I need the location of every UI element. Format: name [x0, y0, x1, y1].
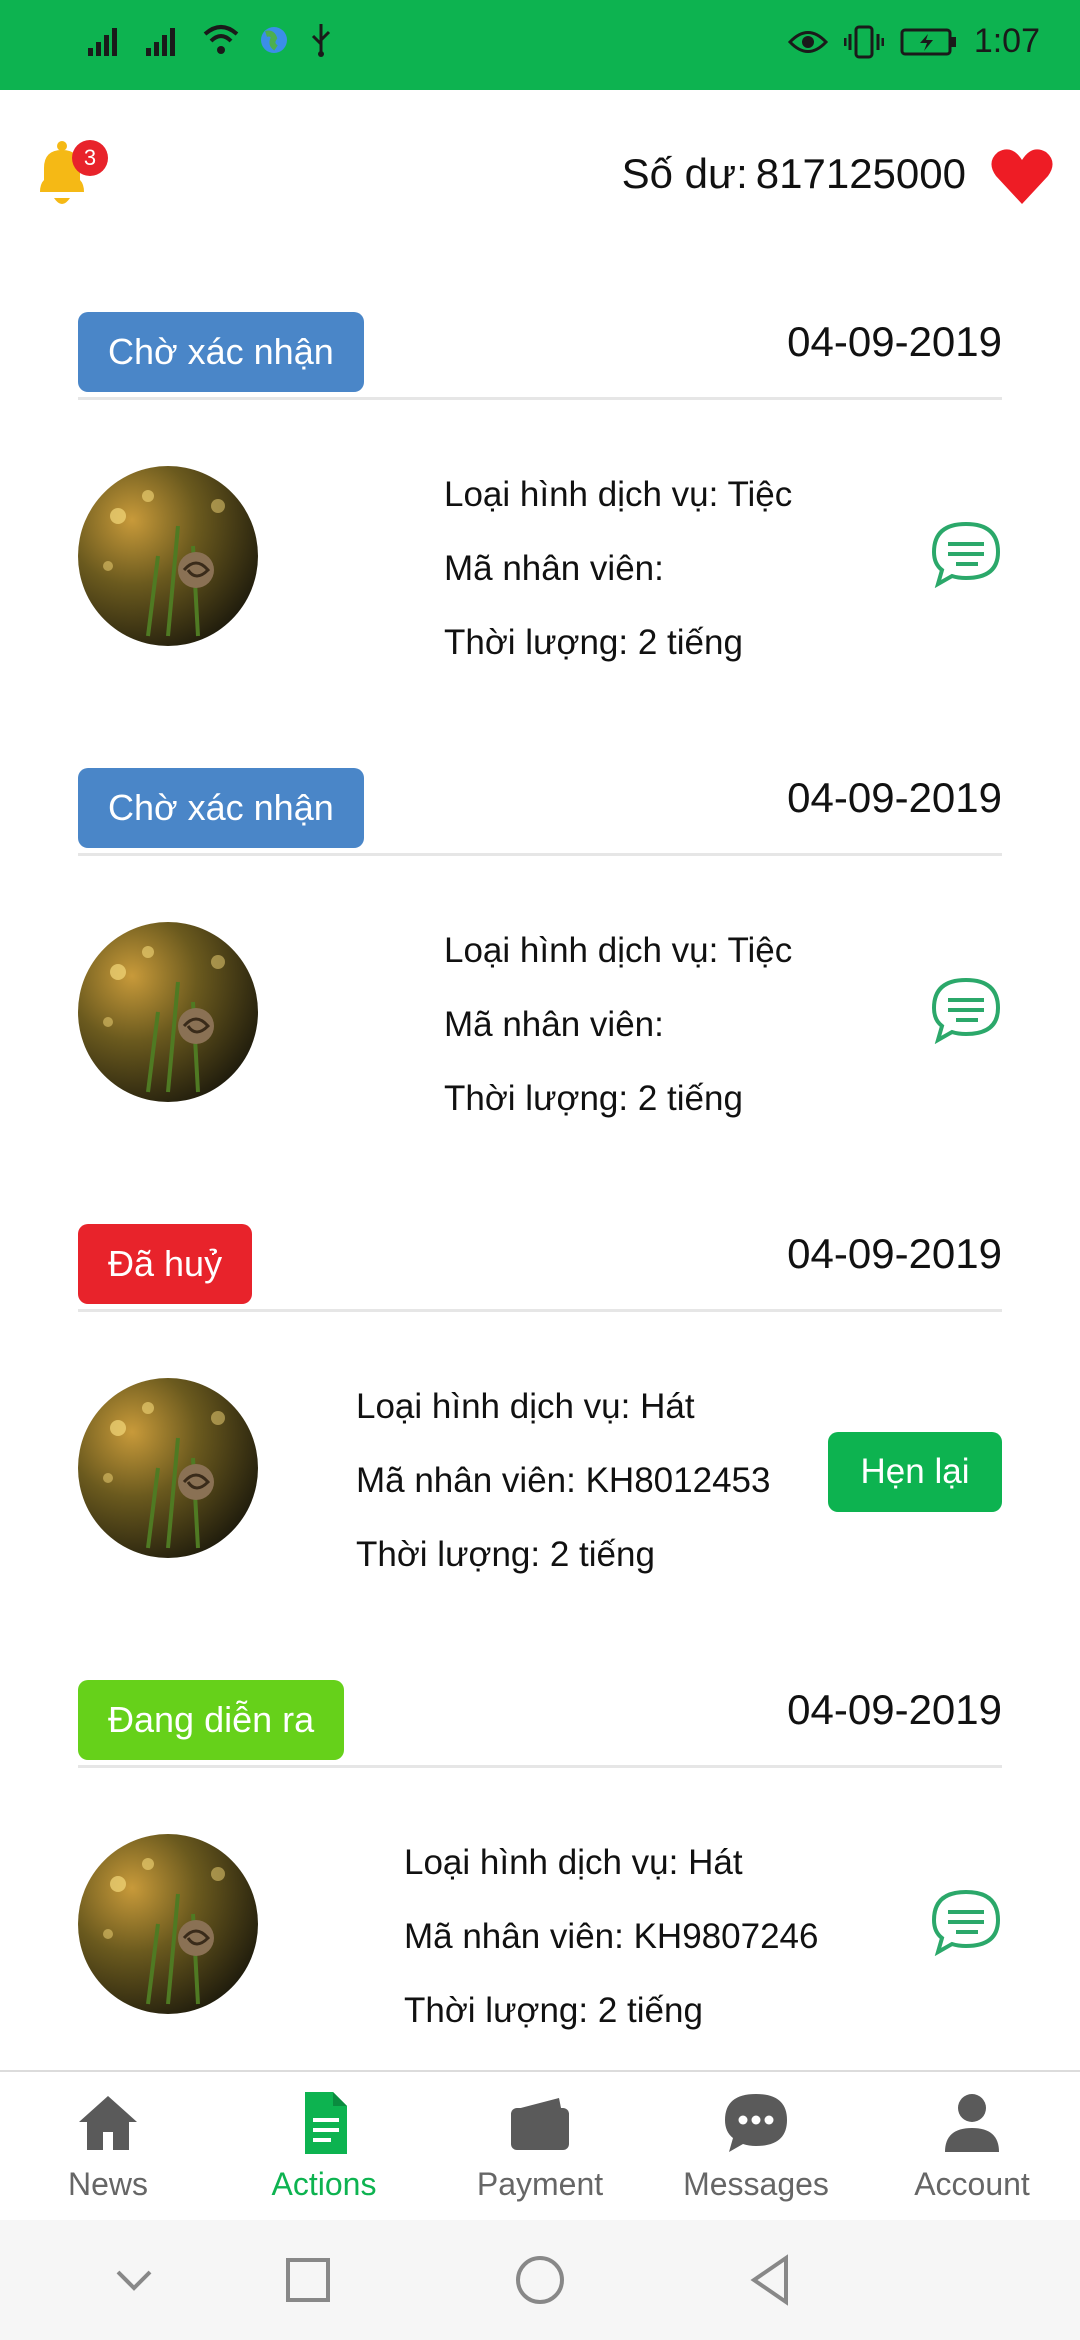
tab-news[interactable]: News: [0, 2072, 216, 2220]
tab-account[interactable]: Account: [864, 2072, 1080, 2220]
service-type: Loại hình dịch vụ: Tiệc: [444, 475, 793, 514]
avatar: [78, 1378, 258, 1558]
tab-label: Payment: [476, 2166, 604, 2202]
order-header: Đã huỷ 04-09-2019: [78, 1212, 1002, 1312]
chevron-down-icon[interactable]: [104, 2250, 164, 2310]
home-icon: [79, 2096, 137, 2150]
status-badge: Chờ xác nhận: [78, 768, 364, 848]
bottom-tab-bar: News Actions Payment Messages Account: [0, 2070, 1080, 2220]
tab-payment[interactable]: Payment: [432, 2072, 648, 2220]
wifi-icon: [203, 25, 239, 54]
order-date: 04-09-2019: [787, 1686, 1002, 1733]
order-body: Loại hình dịch vụ: Tiệc Mã nhân viên: Th…: [78, 400, 1002, 750]
back-triangle-icon[interactable]: [740, 2250, 800, 2310]
order-header: Chờ xác nhận 04-09-2019: [78, 300, 1002, 400]
order-info: Loại hình dịch vụ: Tiệc Mã nhân viên: Th…: [444, 914, 792, 1136]
order-info: Loại hình dịch vụ: Hát Mã nhân viên: KH8…: [356, 1370, 770, 1592]
status-icons-right: 1:07: [787, 22, 1040, 61]
order-card: Đang diễn ra 04-09-2019 Loại hình dịch v…: [78, 1668, 1002, 2118]
order-card: Đã huỷ 04-09-2019 Loại hình dịch vụ: Hát…: [78, 1212, 1002, 1662]
tab-label: News: [67, 2166, 148, 2202]
status-icons-left: [86, 22, 334, 58]
order-header: Đang diễn ra 04-09-2019: [78, 1668, 1002, 1768]
notification-badge: 3: [72, 140, 108, 176]
tab-label: Messages: [683, 2166, 829, 2202]
home-circle-icon[interactable]: [510, 2250, 570, 2310]
balance-value: 817125000: [755, 150, 966, 197]
order-info: Loại hình dịch vụ: Tiệc Mã nhân viên: Th…: [444, 458, 792, 680]
system-nav-bar: [0, 2220, 1080, 2340]
order-body: Loại hình dịch vụ: Hát Mã nhân viên: KH8…: [78, 1312, 1002, 1662]
service-type: Loại hình dịch vụ: Hát: [356, 1387, 695, 1426]
person-icon: [945, 2094, 999, 2152]
avatar: [78, 1834, 258, 2014]
employee-code: Mã nhân viên: KH8012453: [356, 1461, 771, 1500]
tab-messages[interactable]: Messages: [648, 2072, 864, 2220]
employee-code: Mã nhân viên:: [444, 549, 664, 588]
service-type: Loại hình dịch vụ: Tiệc: [444, 931, 793, 970]
balance-display: Số dư: 817125000: [614, 150, 966, 198]
order-date: 04-09-2019: [787, 774, 1002, 821]
status-time: 1:07: [973, 22, 1040, 60]
globe-icon: [261, 27, 287, 53]
chat-bubble-icon: [725, 2094, 787, 2152]
order-date: 04-09-2019: [787, 1230, 1002, 1277]
order-info: Loại hình dịch vụ: Hát Mã nhân viên: KH9…: [404, 1826, 818, 2048]
order-body: Loại hình dịch vụ: Tiệc Mã nhân viên: Th…: [78, 856, 1002, 1206]
duration: Thời lượng: 2 tiếng: [404, 1991, 703, 2030]
top-bar: 3 Số dư: 817125000: [0, 90, 1080, 260]
wallet-icon: [511, 2098, 569, 2150]
signal-icon: [146, 28, 175, 56]
status-badge: Chờ xác nhận: [78, 312, 364, 392]
chat-icon[interactable]: [930, 1888, 1002, 1957]
vibrate-icon: [843, 25, 884, 58]
employee-code: Mã nhân viên: KH9807246: [404, 1917, 819, 1956]
tab-label: Actions: [271, 2166, 377, 2202]
battery-icon: [900, 28, 956, 55]
document-icon: [305, 2092, 347, 2154]
balance-label: Số dư:: [621, 150, 748, 197]
tab-actions[interactable]: Actions: [216, 2072, 432, 2220]
order-card: Chờ xác nhận 04-09-2019 Loại hình dịch v…: [78, 756, 1002, 1206]
order-header: Chờ xác nhận 04-09-2019: [78, 756, 1002, 856]
employee-code: Mã nhân viên:: [444, 1005, 664, 1044]
service-type: Loại hình dịch vụ: Hát: [404, 1843, 743, 1882]
chat-icon[interactable]: [930, 520, 1002, 589]
avatar: [78, 922, 258, 1102]
duration: Thời lượng: 2 tiếng: [444, 1079, 743, 1118]
tab-label: Account: [914, 2166, 1030, 2202]
usb-icon: [311, 24, 331, 57]
heart-icon[interactable]: [990, 146, 1054, 206]
status-badge: Đã huỷ: [78, 1224, 253, 1304]
avatar: [78, 466, 258, 646]
duration: Thời lượng: 2 tiếng: [444, 623, 743, 662]
reschedule-button[interactable]: Hẹn lại: [828, 1432, 1002, 1512]
order-body: Loại hình dịch vụ: Hát Mã nhân viên: KH9…: [78, 1768, 1002, 2118]
status-badge: Đang diễn ra: [78, 1680, 345, 1760]
order-date: 04-09-2019: [787, 318, 1002, 365]
eye-icon: [787, 30, 828, 53]
chat-icon[interactable]: [930, 976, 1002, 1045]
signal-icon: [88, 28, 117, 56]
duration: Thời lượng: 2 tiếng: [356, 1535, 655, 1574]
order-card: Chờ xác nhận 04-09-2019 Loại hình dịch v…: [78, 300, 1002, 750]
recents-square-icon[interactable]: [278, 2250, 338, 2310]
status-bar: 1:07: [0, 0, 1080, 90]
